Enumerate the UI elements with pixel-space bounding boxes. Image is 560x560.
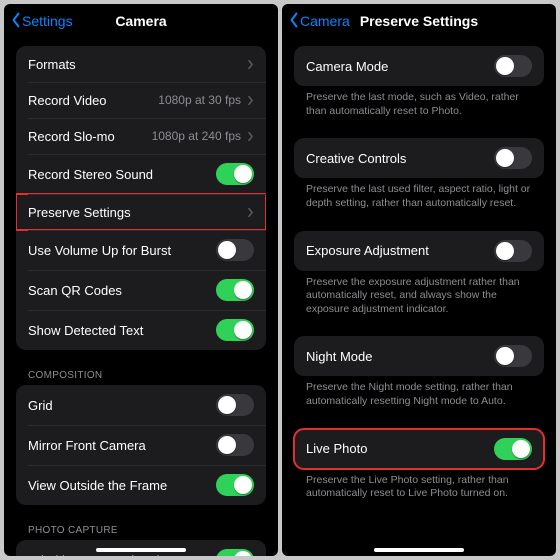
row-record-slomo[interactable]: Record Slo-mo 1080p at 240 fps bbox=[16, 118, 266, 154]
preserve-settings-screen: Camera Preserve Settings Camera Mode Pre… bbox=[282, 4, 556, 556]
toggle-detected-text[interactable] bbox=[216, 319, 254, 341]
row-label: Record Video bbox=[28, 93, 158, 108]
chevron-right-icon bbox=[247, 131, 254, 142]
row-label: View Outside the Frame bbox=[28, 478, 216, 493]
toggle-creative-controls[interactable] bbox=[494, 147, 532, 169]
toggle-scan-qr[interactable] bbox=[216, 279, 254, 301]
footer-creative: Preserve the last used filter, aspect ra… bbox=[294, 178, 544, 210]
row-label: Live Photo bbox=[306, 441, 494, 456]
toggle-grid[interactable] bbox=[216, 394, 254, 416]
page-title: Camera bbox=[115, 13, 166, 29]
page-title: Preserve Settings bbox=[360, 13, 478, 29]
footer-night: Preserve the Night mode setting, rather … bbox=[294, 376, 544, 408]
nav-bar: Settings Camera bbox=[4, 4, 278, 38]
toggle-stereo-sound[interactable] bbox=[216, 163, 254, 185]
row-label: Formats bbox=[28, 57, 247, 72]
toggle-mirror-front[interactable] bbox=[216, 434, 254, 456]
row-volume-burst[interactable]: Use Volume Up for Burst bbox=[16, 230, 266, 270]
back-button[interactable]: Settings bbox=[10, 12, 73, 31]
row-camera-mode[interactable]: Camera Mode bbox=[294, 46, 544, 86]
row-label: Camera Mode bbox=[306, 59, 494, 74]
row-label: Record Stereo Sound bbox=[28, 167, 216, 182]
row-record-video[interactable]: Record Video 1080p at 30 fps bbox=[16, 82, 266, 118]
group-header-composition: COMPOSITION bbox=[16, 370, 266, 385]
chevron-left-icon bbox=[288, 12, 300, 31]
row-label: Mirror Front Camera bbox=[28, 438, 216, 453]
group-header-capture: PHOTO CAPTURE bbox=[16, 525, 266, 540]
chevron-left-icon bbox=[10, 12, 22, 31]
chevron-right-icon bbox=[247, 95, 254, 106]
row-live-photo[interactable]: Live Photo bbox=[294, 429, 544, 469]
footer-exposure: Preserve the exposure adjustment rather … bbox=[294, 271, 544, 317]
row-formats[interactable]: Formats bbox=[16, 46, 266, 82]
row-mirror-front[interactable]: Mirror Front Camera bbox=[16, 425, 266, 465]
toggle-live-photo[interactable] bbox=[494, 438, 532, 460]
row-scan-qr[interactable]: Scan QR Codes bbox=[16, 270, 266, 310]
toggle-volume-burst[interactable] bbox=[216, 239, 254, 261]
row-stereo-sound[interactable]: Record Stereo Sound bbox=[16, 154, 266, 194]
row-value: 1080p at 30 fps bbox=[158, 93, 241, 107]
back-button[interactable]: Camera bbox=[288, 12, 350, 31]
chevron-right-icon bbox=[247, 207, 254, 218]
row-label: Prioritise Faster Shooting bbox=[28, 553, 216, 557]
row-night-mode[interactable]: Night Mode bbox=[294, 336, 544, 376]
row-view-outside[interactable]: View Outside the Frame bbox=[16, 465, 266, 505]
toggle-exposure[interactable] bbox=[494, 240, 532, 262]
home-indicator[interactable] bbox=[374, 548, 464, 552]
footer-camera-mode: Preserve the last mode, such as Video, r… bbox=[294, 86, 544, 118]
camera-settings-screen: Settings Camera Formats Record Video 108… bbox=[4, 4, 278, 556]
row-grid[interactable]: Grid bbox=[16, 385, 266, 425]
row-label: Preserve Settings bbox=[28, 205, 247, 220]
row-label: Scan QR Codes bbox=[28, 283, 216, 298]
row-label: Use Volume Up for Burst bbox=[28, 243, 216, 258]
row-detected-text[interactable]: Show Detected Text bbox=[16, 310, 266, 350]
home-indicator[interactable] bbox=[96, 548, 186, 552]
row-label: Record Slo-mo bbox=[28, 129, 152, 144]
chevron-right-icon bbox=[247, 59, 254, 70]
content: Formats Record Video 1080p at 30 fps Rec… bbox=[4, 38, 278, 556]
row-label: Exposure Adjustment bbox=[306, 243, 494, 258]
back-label: Camera bbox=[300, 13, 350, 29]
row-label: Grid bbox=[28, 398, 216, 413]
toggle-prioritise[interactable] bbox=[216, 549, 254, 556]
row-value: 1080p at 240 fps bbox=[152, 129, 241, 143]
row-exposure[interactable]: Exposure Adjustment bbox=[294, 231, 544, 271]
toggle-view-outside[interactable] bbox=[216, 474, 254, 496]
toggle-camera-mode[interactable] bbox=[494, 55, 532, 77]
row-label: Night Mode bbox=[306, 349, 494, 364]
row-label: Creative Controls bbox=[306, 151, 494, 166]
back-label: Settings bbox=[22, 13, 73, 29]
footer-live: Preserve the Live Photo setting, rather … bbox=[294, 469, 544, 501]
toggle-night-mode[interactable] bbox=[494, 345, 532, 367]
row-creative-controls[interactable]: Creative Controls bbox=[294, 138, 544, 178]
row-preserve-settings[interactable]: Preserve Settings bbox=[16, 194, 266, 230]
nav-bar: Camera Preserve Settings bbox=[282, 4, 556, 38]
row-label: Show Detected Text bbox=[28, 323, 216, 338]
content: Camera Mode Preserve the last mode, such… bbox=[282, 38, 556, 556]
